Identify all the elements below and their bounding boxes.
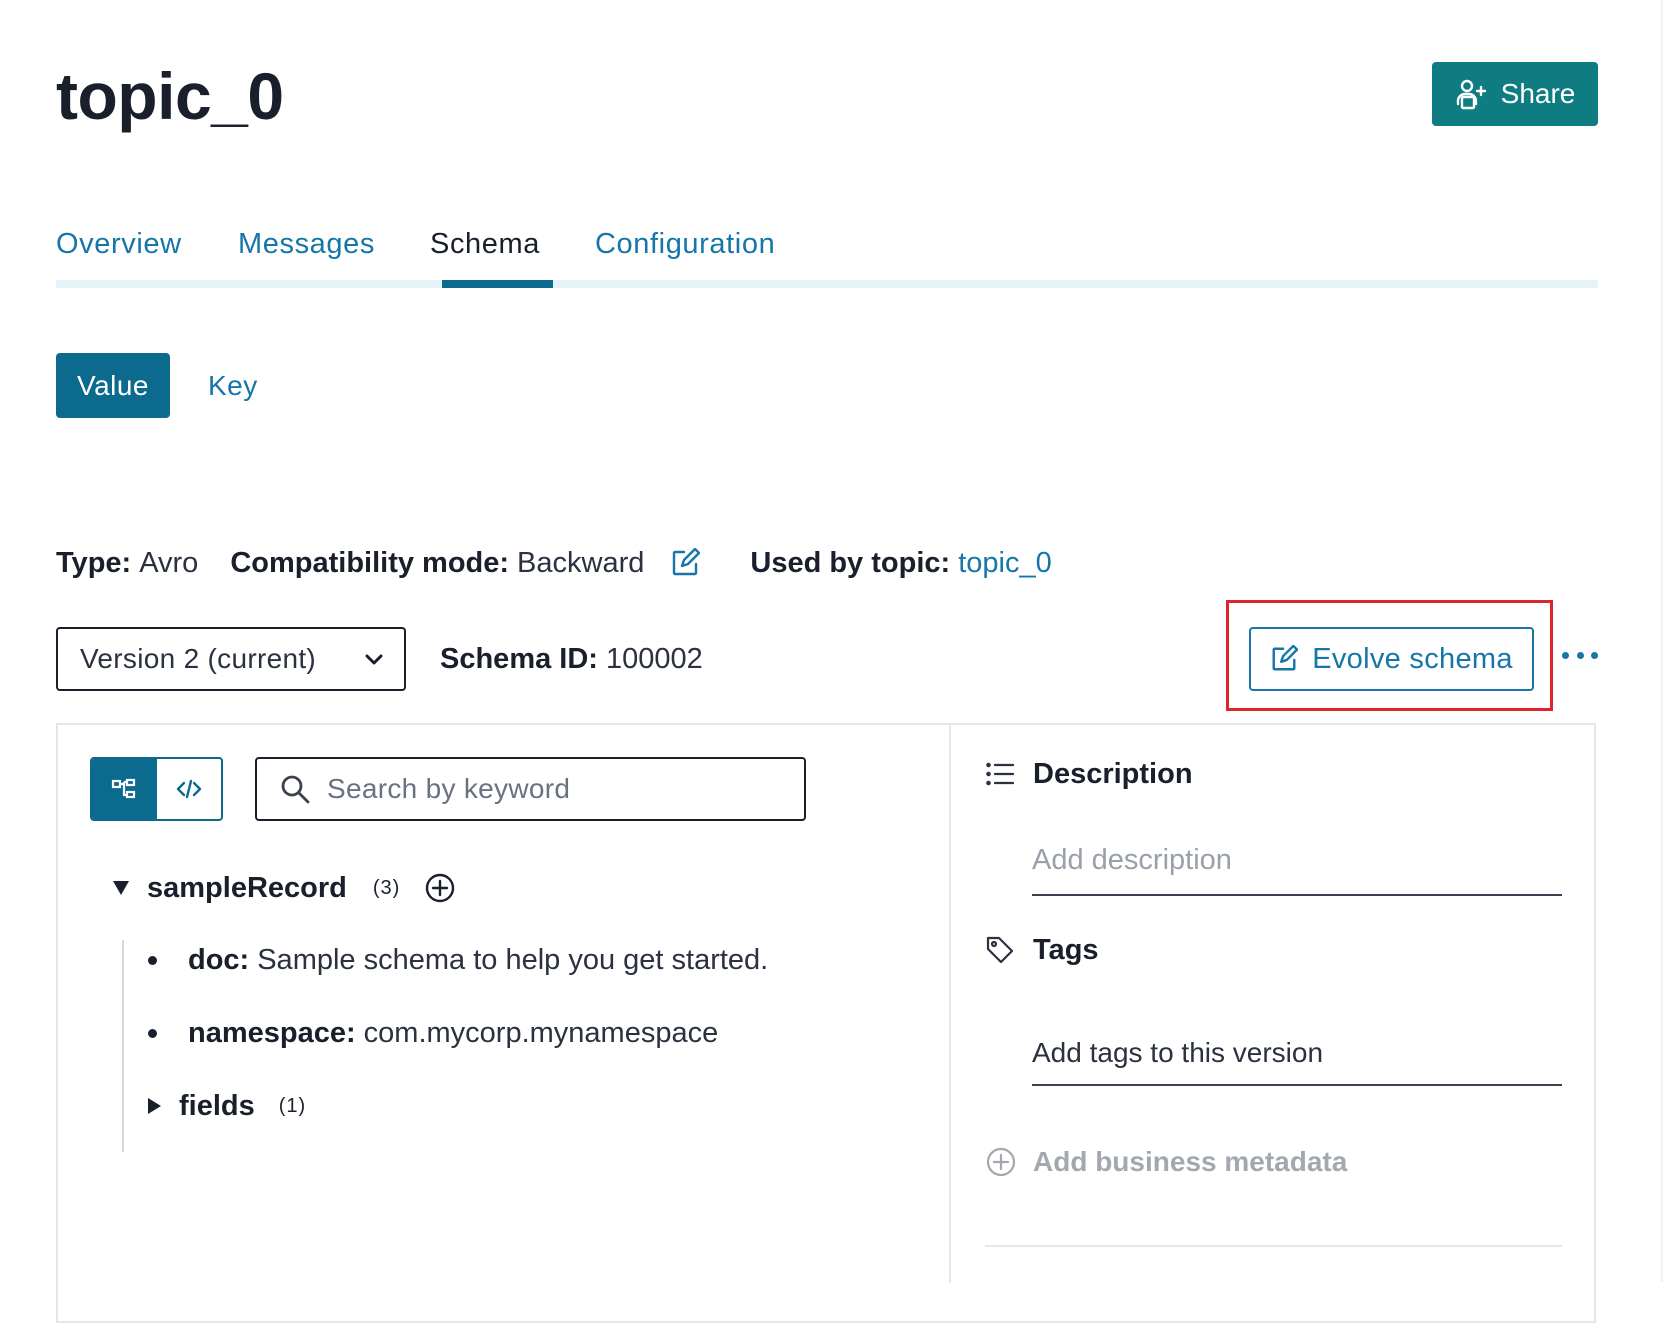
- collapse-toggle-icon[interactable]: [113, 881, 129, 895]
- more-horizontal-icon[interactable]: [1562, 640, 1598, 670]
- tags-heading: Tags: [985, 928, 1099, 972]
- key-schema-button[interactable]: Key: [208, 353, 258, 418]
- doc-key: doc:: [188, 943, 250, 976]
- share-person-icon: [1456, 79, 1486, 110]
- tag-icon: [986, 936, 1014, 964]
- description-title: Description: [1033, 757, 1193, 790]
- search-icon: [281, 775, 310, 804]
- version-select-value: Version 2 (current): [80, 643, 317, 674]
- version-select[interactable]: Version 2 (current): [56, 627, 406, 691]
- code-icon: [176, 779, 201, 799]
- evolve-schema-label: Evolve schema: [1312, 642, 1513, 675]
- add-business-metadata-label: Add business metadata: [1033, 1146, 1348, 1177]
- chevron-down-icon: [365, 654, 383, 665]
- description-heading: Description: [985, 752, 1193, 796]
- active-tab-indicator: [442, 280, 553, 288]
- plus-circle-icon[interactable]: [424, 872, 456, 904]
- used-by-topic-link[interactable]: topic_0: [958, 547, 1052, 580]
- namespace-value: com.mycorp.mynamespace: [363, 1016, 719, 1049]
- fields-name: fields: [179, 1089, 255, 1122]
- code-view-button[interactable]: [157, 759, 222, 819]
- tab-bar: Overview Messages Schema Configuration: [56, 228, 1598, 288]
- tree-root-name: sampleRecord: [147, 871, 347, 904]
- tree-item-namespace: namespace: com.mycorp.mynamespace: [148, 1011, 718, 1055]
- edit-square-icon[interactable]: [670, 548, 701, 578]
- tree-root-row: sampleRecord (3): [113, 866, 456, 910]
- view-toggle: [90, 757, 223, 821]
- bullet-icon: [148, 1028, 157, 1038]
- list-icon: [986, 762, 1015, 786]
- plus-circle-icon: [986, 1147, 1016, 1177]
- fields-count: (1): [278, 1094, 307, 1117]
- schema-id: Schema ID: 100002: [440, 637, 703, 681]
- schema-id-label: Schema ID:: [440, 643, 598, 675]
- type-value: Avro: [139, 546, 199, 579]
- tab-configuration[interactable]: Configuration: [595, 228, 775, 261]
- tree-guide-line: [122, 940, 124, 1152]
- schema-meta-row: Type: Avro Compatibility mode: Backward …: [56, 540, 1052, 586]
- tree-item-doc: doc: Sample schema to help you get start…: [148, 938, 768, 982]
- evolve-schema-button[interactable]: Evolve schema: [1249, 627, 1534, 691]
- description-input[interactable]: Add description: [1032, 826, 1562, 896]
- tags-title: Tags: [1033, 933, 1099, 966]
- tree-root-count: (3): [372, 876, 401, 899]
- schema-id-value: 100002: [606, 643, 703, 675]
- tags-input[interactable]: Add tags to this version: [1032, 1022, 1562, 1086]
- compatibility-label: Compatibility mode:: [230, 546, 510, 579]
- expand-toggle-icon[interactable]: [148, 1098, 161, 1114]
- value-schema-button[interactable]: Value: [56, 353, 170, 418]
- window-edge: [1661, 0, 1663, 1282]
- tree-view-icon: [112, 778, 136, 799]
- doc-value: Sample schema to help you get started.: [257, 943, 769, 976]
- panel-divider: [949, 723, 951, 1283]
- search-input[interactable]: [325, 772, 789, 806]
- used-by-label: Used by topic:: [750, 546, 951, 579]
- compatibility-value: Backward: [517, 546, 645, 579]
- share-button[interactable]: Share: [1432, 62, 1598, 126]
- tab-messages[interactable]: Messages: [238, 228, 375, 261]
- add-business-metadata-button[interactable]: Add business metadata: [985, 1140, 1347, 1184]
- edit-square-icon: [1272, 645, 1299, 671]
- sidebar-separator: [985, 1245, 1562, 1247]
- namespace-key: namespace:: [188, 1016, 356, 1049]
- search-box: [255, 757, 806, 821]
- tab-overview[interactable]: Overview: [56, 228, 182, 261]
- tab-schema[interactable]: Schema: [430, 228, 540, 261]
- tree-item-fields[interactable]: fields (1): [148, 1084, 306, 1128]
- type-label: Type:: [56, 546, 132, 579]
- bullet-icon: [148, 955, 157, 965]
- page-title: topic_0: [56, 59, 284, 133]
- share-button-label: Share: [1500, 78, 1576, 109]
- tree-view-button[interactable]: [92, 759, 157, 819]
